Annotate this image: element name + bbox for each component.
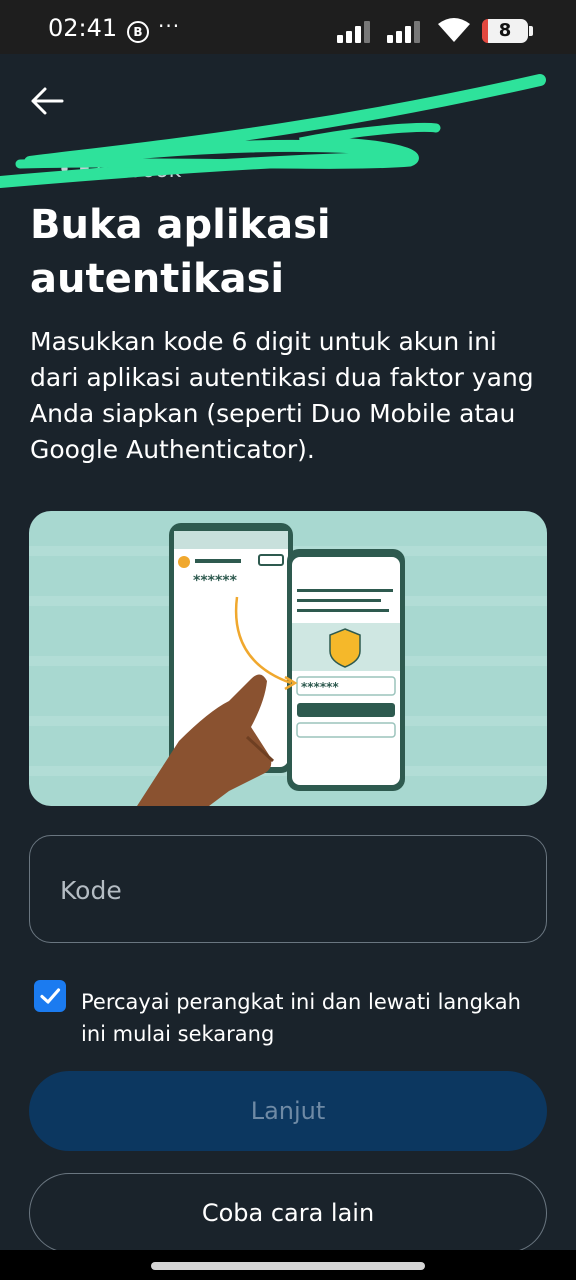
right-phone-code: ****** xyxy=(301,680,339,694)
illustration-graphic: ****** ****** xyxy=(29,511,547,806)
back-arrow-icon[interactable] xyxy=(30,86,64,116)
battery-tip xyxy=(529,26,533,36)
left-phone-code: ****** xyxy=(193,573,238,589)
b-notification-icon: B xyxy=(127,21,149,43)
battery-level: 8 xyxy=(498,20,512,41)
try-another-way-button[interactable]: Coba cara lain xyxy=(29,1173,547,1253)
page-title: Buka aplikasi autentikasi xyxy=(30,202,331,302)
status-time: 02:41 xyxy=(48,14,118,42)
battery-icon: 8 xyxy=(482,19,528,43)
continue-button[interactable]: Lanjut xyxy=(29,1071,547,1151)
status-bar: 02:41 B ··· 8 xyxy=(0,0,576,54)
authenticator-illustration: ****** ****** xyxy=(29,511,547,806)
shield-icon xyxy=(329,628,361,668)
home-indicator[interactable] xyxy=(151,1262,425,1270)
trust-device-checkbox[interactable] xyxy=(34,980,66,1012)
code-input[interactable] xyxy=(58,866,522,914)
account-line: ... • Facebook xyxy=(30,158,182,183)
checkmark-icon xyxy=(40,988,61,1004)
code-field[interactable] xyxy=(29,835,547,943)
signal-icon-2 xyxy=(387,21,420,43)
more-notifications-icon: ··· xyxy=(158,14,181,38)
wifi-icon xyxy=(438,18,470,42)
trust-device-label: Percayai perangkat ini dan lewati langka… xyxy=(81,990,521,1046)
description-text: Masukkan kode 6 digit untuk akun ini dar… xyxy=(30,327,534,464)
signal-icon xyxy=(337,21,370,43)
